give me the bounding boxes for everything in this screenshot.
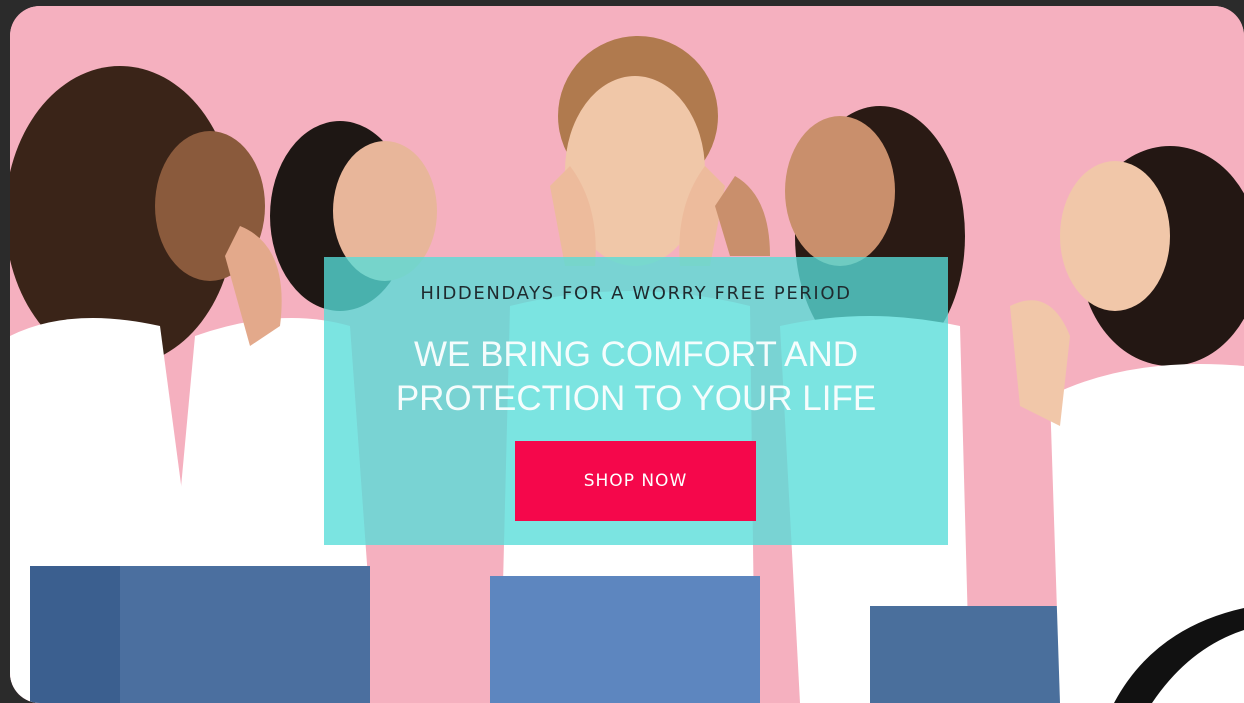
promo-headline-line-2: PROTECTION TO YOUR LIFE [395,379,877,418]
hero-banner: HIDDENDAYS FOR A WORRY FREE PERIOD WE BR… [10,6,1244,703]
shop-now-button[interactable]: SHOP NOW [515,441,756,521]
promo-kicker: HIDDENDAYS FOR A WORRY FREE PERIOD [420,283,852,304]
promo-headline: WE BRING COMFORT AND PROTECTION TO YOUR … [324,333,948,421]
promo-overlay: HIDDENDAYS FOR A WORRY FREE PERIOD WE BR… [324,257,948,545]
corner-decoration [1114,608,1244,703]
promo-headline-line-1: WE BRING COMFORT AND [413,335,858,374]
